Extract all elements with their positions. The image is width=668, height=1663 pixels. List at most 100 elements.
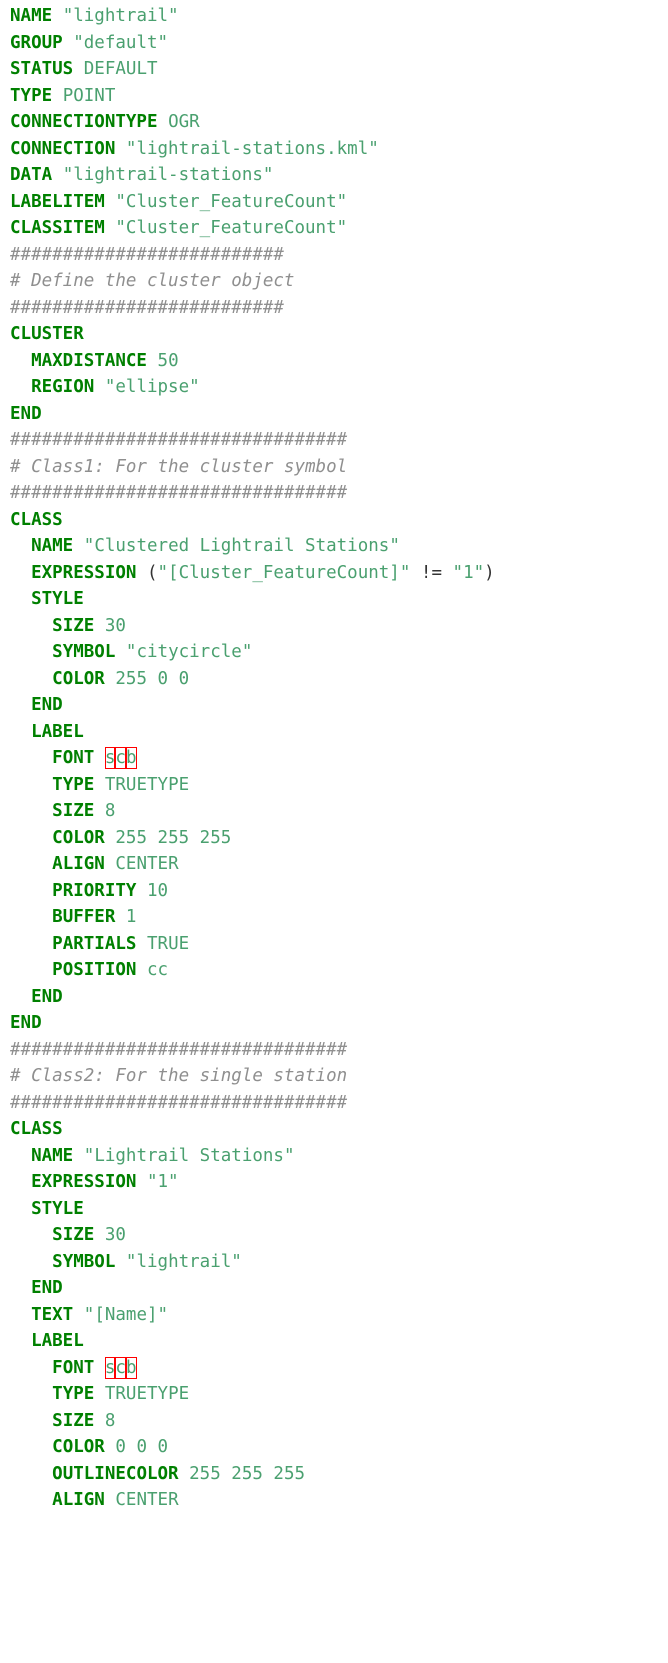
code-keyword: ALIGN (52, 1490, 105, 1510)
code-string: "Cluster_FeatureCount" (115, 191, 348, 212)
code-line: END (10, 401, 495, 428)
code-value: OGR (168, 112, 200, 132)
code-keyword: END (31, 695, 63, 715)
code-line: LABEL (10, 719, 495, 746)
code-value: 8 (104, 801, 116, 821)
code-line: END (10, 984, 495, 1011)
code-keyword: STYLE (31, 1198, 84, 1219)
code-value: 50 (157, 350, 179, 371)
code-keyword: NAME (31, 536, 74, 556)
code-line: ################################ (10, 427, 495, 454)
code-string: "default" (73, 32, 169, 53)
code-keyword: POSITION (52, 960, 137, 980)
code-keyword: GROUP (10, 32, 63, 53)
code-keyword: SYMBOL (52, 1251, 116, 1272)
code-keyword: CONNECTIONTYPE (10, 112, 158, 132)
code-line: BUFFER 1 (10, 904, 495, 931)
code-string: "lightrail-stations.kml" (125, 138, 379, 159)
code-value: 0 0 0 (115, 1437, 169, 1457)
code-line: SIZE 30 (10, 613, 495, 640)
code-keyword: STYLE (31, 589, 84, 609)
code-line: TYPE POINT (10, 83, 495, 110)
code-keyword: EXPRESSION (31, 1172, 137, 1192)
code-keyword: LABEL (31, 721, 84, 742)
code-keyword: REGION (31, 377, 95, 397)
code-string: "lightrail" (62, 6, 179, 26)
code-string: "[Name]" (83, 1304, 169, 1325)
code-value: 1 (125, 907, 137, 927)
code-keyword: MAXDISTANCE (31, 350, 147, 371)
code-line: TYPE TRUETYPE (10, 1381, 495, 1408)
code-text: ) (484, 562, 495, 583)
code-line: SIZE 30 (10, 1222, 495, 1249)
code-line: SIZE 8 (10, 798, 495, 825)
code-line: CLASSITEM "Cluster_FeatureCount" (10, 215, 495, 242)
code-comment: ################################ (10, 483, 348, 503)
code-line: ALIGN CENTER (10, 851, 495, 878)
code-line: END (10, 1275, 495, 1302)
code-keyword: CLUSTER (10, 324, 84, 344)
code-string: "Clustered Lightrail Stations" (83, 536, 400, 556)
code-keyword: BUFFER (52, 907, 116, 927)
code-line: ################################ (10, 480, 495, 507)
code-keyword: TYPE (52, 1384, 95, 1404)
code-value: 255 255 255 (189, 1463, 306, 1484)
code-value: CENTER (115, 854, 179, 874)
code-keyword: END (31, 1278, 63, 1298)
code-keyword: NAME (31, 1145, 74, 1166)
code-value: 255 0 0 (115, 668, 190, 689)
code-line: EXPRESSION "1" (10, 1169, 495, 1196)
code-error-char: c (115, 747, 126, 769)
code-error-char: s (104, 1356, 116, 1379)
code-keyword: SIZE (52, 615, 95, 636)
code-keyword: CONNECTION (10, 138, 116, 159)
code-line: CLASS (10, 1116, 495, 1143)
code-keyword: STATUS (10, 59, 74, 79)
code-comment: # Class2: For the single station (10, 1066, 348, 1086)
code-keyword: END (31, 986, 63, 1007)
code-keyword: FONT (52, 748, 95, 768)
code-line: NAME "Lightrail Stations" (10, 1143, 495, 1170)
code-keyword: NAME (10, 6, 53, 26)
code-error-char: s (104, 747, 116, 769)
code-string: "Cluster_FeatureCount" (115, 218, 348, 238)
code-line: SYMBOL "citycircle" (10, 639, 495, 666)
code-comment: ################################ (10, 1092, 348, 1113)
code-keyword: FONT (52, 1357, 95, 1378)
code-keyword: CLASSITEM (10, 218, 105, 238)
code-value: 255 255 255 (115, 827, 232, 848)
code-value: TRUE (147, 933, 190, 954)
code-keyword: COLOR (52, 1437, 105, 1457)
code-value: cc (147, 960, 169, 980)
